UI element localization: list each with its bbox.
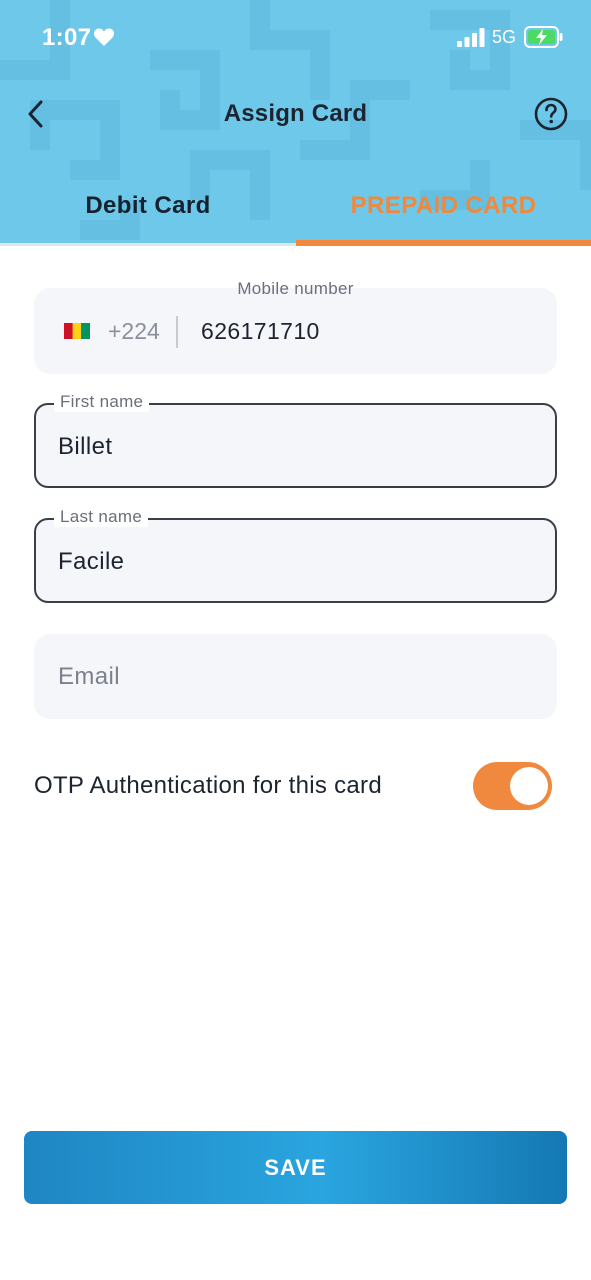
email-placeholder[interactable]: Email bbox=[58, 663, 120, 691]
first-name-label: First name bbox=[54, 392, 150, 412]
country-dial-code[interactable]: +224 bbox=[108, 318, 160, 345]
assign-card-screen: 1:07 5G Assign Card Debit Card PREPAID C… bbox=[0, 0, 591, 1280]
email-field[interactable]: Email bbox=[34, 634, 557, 719]
toggle-knob bbox=[510, 767, 548, 805]
mobile-number-label: Mobile number bbox=[237, 279, 354, 298]
last-name-field[interactable]: Last name Facile bbox=[34, 507, 557, 603]
tab-prepaid-card[interactable]: PREPAID CARD bbox=[296, 192, 591, 220]
active-tab-indicator bbox=[296, 240, 591, 246]
mobile-number-value[interactable]: 626171710 bbox=[201, 318, 320, 345]
last-name-label: Last name bbox=[54, 507, 149, 527]
tab-debit-card[interactable]: Debit Card bbox=[0, 192, 296, 220]
status-time: 1:07 bbox=[42, 24, 92, 51]
signal-icon bbox=[457, 28, 485, 47]
otp-label: OTP Authentication for this card bbox=[34, 772, 383, 799]
status-bar: 1:07 5G bbox=[0, 0, 591, 76]
help-icon[interactable] bbox=[534, 97, 568, 131]
field-divider bbox=[176, 316, 178, 348]
network-type: 5G bbox=[492, 27, 517, 47]
last-name-value[interactable]: Facile bbox=[58, 548, 124, 576]
save-button[interactable]: SAVE bbox=[24, 1131, 567, 1204]
save-button-label: SAVE bbox=[264, 1154, 327, 1180]
heart-icon bbox=[93, 28, 115, 46]
tab-divider bbox=[0, 243, 296, 246]
first-name-value[interactable]: Billet bbox=[58, 433, 112, 461]
mobile-number-field[interactable]: +224 626171710 bbox=[34, 288, 557, 374]
guinea-flag-icon bbox=[64, 323, 90, 339]
otp-toggle[interactable] bbox=[473, 762, 552, 810]
header: 1:07 5G Assign Card Debit Card PREPAID C… bbox=[0, 0, 591, 246]
battery-charging-icon bbox=[524, 26, 563, 48]
first-name-field[interactable]: First name Billet bbox=[34, 392, 557, 488]
page-title: Assign Card bbox=[223, 100, 368, 127]
